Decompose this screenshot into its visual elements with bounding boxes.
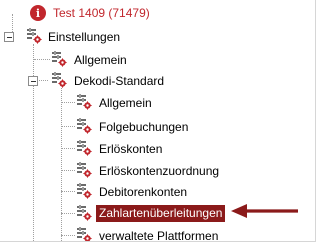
tree-node-label: Erlöskontenzuordnung: [99, 164, 220, 178]
collapse-toggle[interactable]: [28, 76, 38, 86]
tree-connector: [37, 80, 48, 81]
tree-connector: [61, 213, 75, 214]
tree-node-label: Erlöskonten: [99, 142, 163, 156]
tree-connector: [34, 59, 50, 60]
settings-node-icon: [76, 140, 92, 156]
tree-connector: [61, 88, 62, 241]
tree-node-label: Folgebuchungen: [99, 120, 189, 134]
collapse-toggle[interactable]: [4, 32, 14, 42]
tree-node-label-selected: Zahlartenüberleitungen: [96, 205, 226, 222]
left-arrow-icon: [231, 204, 298, 218]
tree-connector: [61, 148, 75, 149]
tree-node-label: Einstellungen: [48, 30, 121, 44]
tree-connector: [61, 191, 75, 192]
tree-connector: [33, 84, 34, 241]
settings-node-icon: [76, 162, 92, 178]
settings-node-icon: [26, 28, 42, 44]
settings-node-icon: [76, 205, 92, 221]
tree-node-label: Dekodi-Standard: [74, 74, 165, 88]
tree-node-label: verwaltete Plattformen: [99, 229, 219, 242]
tree-node-label: Allgemein: [99, 96, 152, 110]
tree-node-label: Debitorenkonten: [99, 185, 188, 199]
tree-connector: [61, 170, 75, 171]
settings-node-icon: [51, 72, 67, 88]
tree-connector: [61, 126, 75, 127]
tree-connector: [61, 102, 75, 103]
settings-node-icon: [51, 51, 67, 67]
settings-node-icon: [76, 227, 92, 242]
tree-connector: [33, 44, 34, 80]
settings-node-icon: [76, 183, 92, 199]
tree-node-label: Allgemein: [74, 53, 127, 67]
settings-node-icon: [76, 118, 92, 134]
tree-connector: [61, 235, 75, 236]
settings-node-icon: [76, 94, 92, 110]
tree-node-label: Test 1409 (71479): [53, 6, 150, 20]
tree-view[interactable]: i Test 1409 (71479) Einstellungen Allgem…: [0, 0, 316, 242]
info-icon: i: [30, 5, 46, 21]
